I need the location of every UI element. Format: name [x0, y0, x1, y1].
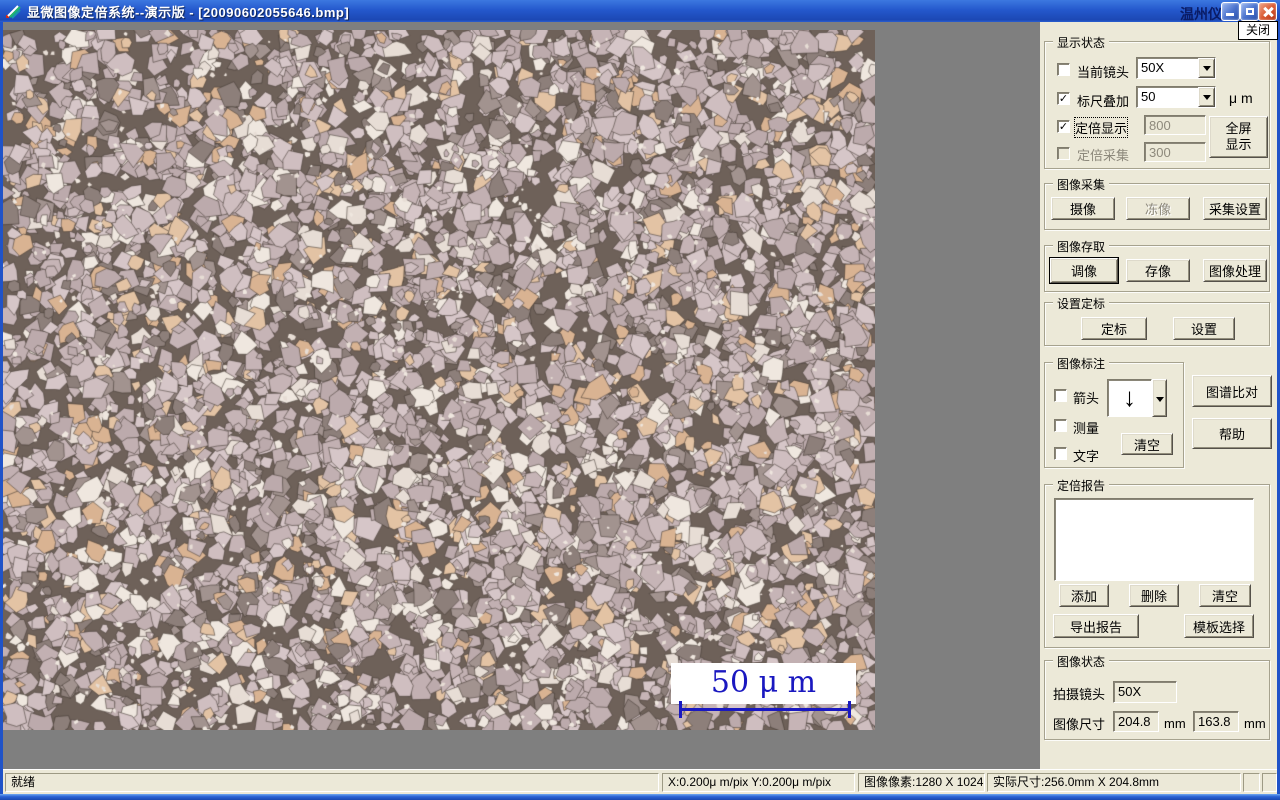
image-status-title: 图像状态 — [1053, 653, 1110, 670]
scale-display-checkbox[interactable]: ✓ — [1057, 120, 1070, 133]
report-clear-button[interactable]: 清空 — [1199, 584, 1251, 607]
image-storage-title: 图像存取 — [1053, 238, 1110, 255]
dropdown-arrow-icon — [1156, 397, 1164, 402]
status-pixels: 图像像素:1280 X 1024 — [858, 773, 985, 792]
image-height-unit: mm — [1244, 716, 1266, 731]
scale-capture-checkbox — [1057, 147, 1070, 160]
status-empty-panel — [1262, 773, 1277, 792]
status-ready: 就绪 — [5, 773, 659, 792]
scale-bar-right-tick — [848, 701, 851, 718]
annotation-clear-button[interactable]: 清空 — [1121, 433, 1173, 455]
freeze-button: 冻像 — [1126, 197, 1190, 220]
text-label: 文字 — [1073, 449, 1100, 464]
report-title: 定倍报告 — [1053, 477, 1110, 494]
restore-icon — [1246, 8, 1254, 15]
display-status-group: 显示状态 当前镜头 50X ✓ 标尺叠加 50 μ m ✓ 定倍显示 800 定… — [1044, 34, 1270, 169]
dropdown-arrow-icon — [1203, 66, 1211, 71]
template-select-button[interactable]: 模板选择 — [1184, 614, 1254, 638]
close-tooltip: 关闭 — [1238, 21, 1278, 40]
measure-checkbox[interactable] — [1054, 419, 1067, 432]
status-bar: 就绪 X:0.200μ m/pix Y:0.200μ m/pix 图像像素:12… — [3, 769, 1277, 794]
image-storage-group: 图像存取 调像 存像 图像处理 — [1044, 238, 1270, 292]
text-checkbox[interactable] — [1054, 447, 1067, 460]
ruler-unit-label: μ m — [1229, 90, 1253, 106]
image-capture-group: 图像采集 摄像 冻像 采集设置 — [1044, 176, 1270, 230]
shoot-lens-label: 拍摄镜头 — [1053, 687, 1106, 702]
measure-label: 测量 — [1073, 421, 1100, 436]
calibrate-button[interactable]: 定标 — [1081, 317, 1147, 340]
fullscreen-button[interactable]: 全屏 显示 — [1209, 116, 1268, 158]
ruler-overlay-checkbox[interactable]: ✓ — [1057, 92, 1070, 105]
current-lens-checkbox[interactable] — [1057, 63, 1070, 76]
control-panel: 显示状态 当前镜头 50X ✓ 标尺叠加 50 μ m ✓ 定倍显示 800 定… — [1040, 22, 1277, 769]
image-width-value: 204.8 — [1113, 711, 1159, 732]
image-process-button[interactable]: 图像处理 — [1203, 259, 1267, 282]
arrow-style-combo[interactable]: ↓ — [1107, 379, 1152, 417]
arrow-label: 箭头 — [1073, 391, 1100, 406]
ruler-dropdown-button[interactable] — [1198, 87, 1215, 107]
scale-display-value: 800 — [1144, 115, 1206, 135]
scale-display-label: 定倍显示 — [1073, 117, 1129, 138]
minimize-button[interactable] — [1221, 2, 1240, 21]
arrow-checkbox[interactable] — [1054, 389, 1067, 402]
title-bar: 显微图像定倍系统--演示版 - [20090602055646.bmp] — [0, 0, 1280, 22]
atlas-compare-button[interactable]: 图谱比对 — [1192, 375, 1272, 407]
setup-button[interactable]: 设置 — [1173, 317, 1235, 340]
ruler-value: 50 — [1141, 89, 1156, 104]
arrow-style-dropdown-button[interactable] — [1152, 379, 1167, 417]
calibration-group: 设置定标 定标 设置 — [1044, 295, 1270, 346]
annotation-group: 图像标注 箭头 测量 文字 ↓ 清空 — [1044, 355, 1184, 468]
microscopy-image[interactable] — [3, 30, 875, 730]
current-lens-label: 当前镜头 — [1077, 65, 1130, 80]
image-capture-title: 图像采集 — [1053, 176, 1110, 193]
scale-bar-line — [679, 708, 851, 711]
restore-button[interactable] — [1240, 2, 1259, 21]
ruler-value-combo[interactable]: 50 — [1136, 86, 1216, 108]
current-lens-value: 50X — [1141, 60, 1165, 75]
status-resolution: X:0.200μ m/pix Y:0.200μ m/pix — [662, 773, 855, 792]
scale-bar-left-tick — [679, 701, 682, 718]
current-lens-combo[interactable]: 50X — [1136, 57, 1216, 79]
down-arrow-icon: ↓ — [1123, 382, 1136, 412]
scale-capture-label: 定倍采集 — [1077, 148, 1130, 163]
camera-button[interactable]: 摄像 — [1051, 197, 1115, 220]
load-image-button[interactable]: 调像 — [1049, 257, 1119, 284]
image-workspace — [3, 22, 1040, 769]
image-width-unit: mm — [1164, 716, 1186, 731]
capture-settings-button[interactable]: 采集设置 — [1203, 197, 1267, 220]
status-actual-size: 实际尺寸:256.0mm X 204.8mm — [987, 773, 1241, 792]
image-height-value: 163.8 — [1193, 711, 1239, 732]
calibration-title: 设置定标 — [1053, 295, 1110, 312]
scale-capture-value: 300 — [1144, 142, 1206, 162]
save-image-button[interactable]: 存像 — [1126, 259, 1190, 282]
minimize-icon — [1226, 13, 1234, 16]
app-brush-icon — [6, 5, 21, 19]
report-group: 定倍报告 添加 删除 清空 导出报告 模板选择 — [1044, 477, 1270, 648]
report-listbox[interactable] — [1054, 498, 1254, 581]
help-button[interactable]: 帮助 — [1192, 418, 1272, 449]
export-report-button[interactable]: 导出报告 — [1053, 614, 1139, 638]
ruler-overlay-label: 标尺叠加 — [1077, 94, 1130, 109]
image-status-group: 图像状态 拍摄镜头 50X 图像尺寸 204.8 mm 163.8 mm — [1044, 653, 1270, 740]
close-button[interactable] — [1258, 2, 1277, 21]
window-title: 显微图像定倍系统--演示版 - [20090602055646.bmp] — [27, 4, 350, 20]
window-bottom-border — [0, 794, 1280, 800]
shoot-lens-value: 50X — [1113, 681, 1177, 703]
display-status-title: 显示状态 — [1053, 34, 1110, 51]
status-empty-panel — [1243, 773, 1260, 792]
fullscreen-label-line1: 全屏 — [1225, 121, 1252, 136]
image-size-label: 图像尺寸 — [1053, 717, 1106, 732]
fullscreen-label-line2: 显示 — [1225, 137, 1252, 152]
current-lens-dropdown-button[interactable] — [1198, 58, 1215, 78]
dropdown-arrow-icon — [1203, 95, 1211, 100]
scale-bar-label: 50 μ m — [671, 663, 856, 704]
report-add-button[interactable]: 添加 — [1059, 584, 1109, 607]
annotation-title: 图像标注 — [1053, 355, 1110, 372]
report-delete-button[interactable]: 删除 — [1129, 584, 1179, 607]
